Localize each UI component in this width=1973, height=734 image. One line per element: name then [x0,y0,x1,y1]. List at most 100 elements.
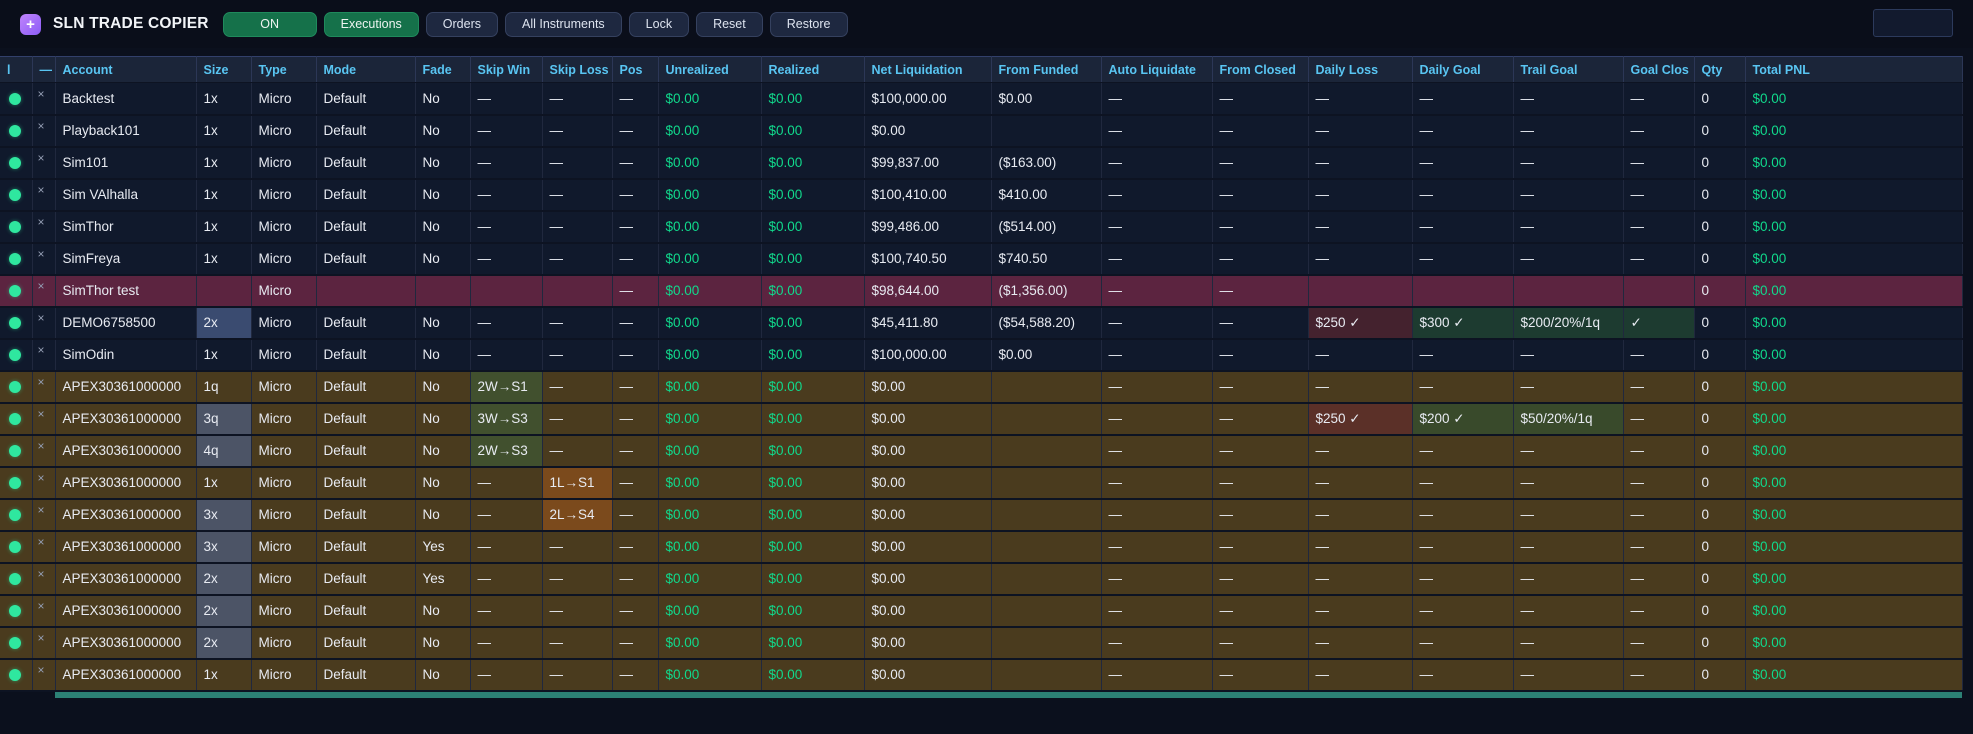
cell-status [0,659,32,691]
topbar-button-reset[interactable]: Reset [696,12,763,37]
account-row[interactable]: ×APEX303610000004qMicroDefaultNo2W→S3——$… [0,435,1962,467]
account-row[interactable]: ×SimThor testMicro—$0.00$0.00$98,644.00(… [0,275,1962,307]
cell-pos: — [612,339,658,371]
remove-account-icon[interactable]: × [38,439,45,453]
topbar-input[interactable] [1873,9,1953,37]
cell-close[interactable]: × [32,659,55,691]
topbar-button-orders[interactable]: Orders [426,12,498,37]
account-row[interactable]: ×Backtest1xMicroDefaultNo———$0.00$0.00$1… [0,83,1962,115]
column-header-status[interactable]: l [0,57,32,83]
cell-close[interactable]: × [32,371,55,403]
cell-close[interactable]: × [32,595,55,627]
column-header-auto_liq[interactable]: Auto Liquidate [1101,57,1212,83]
remove-account-icon[interactable]: × [38,567,45,581]
column-header-from_closed[interactable]: From Closed [1212,57,1308,83]
account-row[interactable]: ×APEX303610000001qMicroDefaultNo2W→S1——$… [0,371,1962,403]
cell-daily_loss: — [1308,211,1412,243]
column-header-pos[interactable]: Pos [612,57,658,83]
remove-account-icon[interactable]: × [38,279,45,293]
accounts-table: l—AccountSizeTypeModeFadeSkip WinSkip Lo… [0,56,1963,692]
topbar-button-on[interactable]: ON [223,12,317,37]
status-dot-icon [9,285,21,297]
account-row[interactable]: ×APEX303610000002xMicroDefaultNo———$0.00… [0,627,1962,659]
remove-account-icon[interactable]: × [38,535,45,549]
column-header-trail_goal[interactable]: Trail Goal [1513,57,1623,83]
column-header-close[interactable]: — [32,57,55,83]
cell-status [0,595,32,627]
cell-close[interactable]: × [32,499,55,531]
cell-net_liq: $100,410.00 [864,179,991,211]
remove-account-icon[interactable]: × [38,343,45,357]
account-row[interactable]: ×SimThor1xMicroDefaultNo———$0.00$0.00$99… [0,211,1962,243]
remove-account-icon[interactable]: × [38,471,45,485]
cell-close[interactable]: × [32,403,55,435]
account-row[interactable]: ×APEX303610000002xMicroDefaultNo———$0.00… [0,595,1962,627]
column-header-from_funded[interactable]: From Funded [991,57,1101,83]
topbar-button-all-instruments[interactable]: All Instruments [505,12,622,37]
account-row[interactable]: ×APEX303610000003qMicroDefaultNo3W→S3——$… [0,403,1962,435]
cell-close[interactable]: × [32,627,55,659]
cell-close[interactable]: × [32,467,55,499]
remove-account-icon[interactable]: × [38,247,45,261]
account-row[interactable]: ×Sim VAlhalla1xMicroDefaultNo———$0.00$0.… [0,179,1962,211]
column-header-mode[interactable]: Mode [316,57,415,83]
column-header-net_liq[interactable]: Net Liquidation [864,57,991,83]
column-header-size[interactable]: Size [196,57,251,83]
cell-close[interactable]: × [32,147,55,179]
column-header-skip_win[interactable]: Skip Win [470,57,542,83]
remove-account-icon[interactable]: × [38,183,45,197]
topbar-button-executions[interactable]: Executions [324,12,419,37]
account-row[interactable]: ×APEX303610000003xMicroDefaultYes———$0.0… [0,531,1962,563]
account-row[interactable]: ×APEX303610000003xMicroDefaultNo—2L→S4—$… [0,499,1962,531]
remove-account-icon[interactable]: × [38,599,45,613]
topbar-button-restore[interactable]: Restore [770,12,848,37]
column-header-type[interactable]: Type [251,57,316,83]
cell-close[interactable]: × [32,115,55,147]
remove-account-icon[interactable]: × [38,311,45,325]
remove-account-icon[interactable]: × [38,407,45,421]
account-row[interactable]: ×Playback1011xMicroDefaultNo———$0.00$0.0… [0,115,1962,147]
cell-close[interactable]: × [32,243,55,275]
cell-net_liq: $45,411.80 [864,307,991,339]
cell-close[interactable]: × [32,339,55,371]
column-header-total_pnl[interactable]: Total PNL [1745,57,1962,83]
column-header-realized[interactable]: Realized [761,57,864,83]
column-header-unrealized[interactable]: Unrealized [658,57,761,83]
account-row[interactable]: ×SimOdin1xMicroDefaultNo———$0.00$0.00$10… [0,339,1962,371]
cell-close[interactable]: × [32,563,55,595]
account-row[interactable]: ×SimFreya1xMicroDefaultNo———$0.00$0.00$1… [0,243,1962,275]
cell-close[interactable]: × [32,275,55,307]
column-header-goal_close[interactable]: Goal Clos [1623,57,1694,83]
column-header-account[interactable]: Account [55,57,196,83]
remove-account-icon[interactable]: × [38,503,45,517]
cell-type: Micro [251,467,316,499]
remove-account-icon[interactable]: × [38,663,45,677]
cell-from_closed: — [1212,339,1308,371]
topbar-button-lock[interactable]: Lock [629,12,689,37]
remove-account-icon[interactable]: × [38,375,45,389]
account-row[interactable]: ×APEX303610000001xMicroDefaultNo—1L→S1—$… [0,467,1962,499]
cell-skip_loss: — [542,627,612,659]
account-row[interactable]: ×DEMO67585002xMicroDefaultNo———$0.00$0.0… [0,307,1962,339]
cell-close[interactable]: × [32,307,55,339]
column-header-qty[interactable]: Qty [1694,57,1745,83]
column-header-fade[interactable]: Fade [415,57,470,83]
cell-qty: 0 [1694,275,1745,307]
remove-account-icon[interactable]: × [38,631,45,645]
remove-account-icon[interactable]: × [38,151,45,165]
column-header-daily_goal[interactable]: Daily Goal [1412,57,1513,83]
cell-close[interactable]: × [32,531,55,563]
remove-account-icon[interactable]: × [38,87,45,101]
remove-account-icon[interactable]: × [38,119,45,133]
account-row[interactable]: ×APEX303610000002xMicroDefaultYes———$0.0… [0,563,1962,595]
cell-goal_close: — [1623,627,1694,659]
remove-account-icon[interactable]: × [38,215,45,229]
account-row[interactable]: ×Sim1011xMicroDefaultNo———$0.00$0.00$99,… [0,147,1962,179]
column-header-daily_loss[interactable]: Daily Loss [1308,57,1412,83]
cell-close[interactable]: × [32,83,55,115]
column-header-skip_loss[interactable]: Skip Loss [542,57,612,83]
account-row[interactable]: ×APEX303610000001xMicroDefaultNo———$0.00… [0,659,1962,691]
cell-close[interactable]: × [32,179,55,211]
cell-close[interactable]: × [32,211,55,243]
cell-close[interactable]: × [32,435,55,467]
